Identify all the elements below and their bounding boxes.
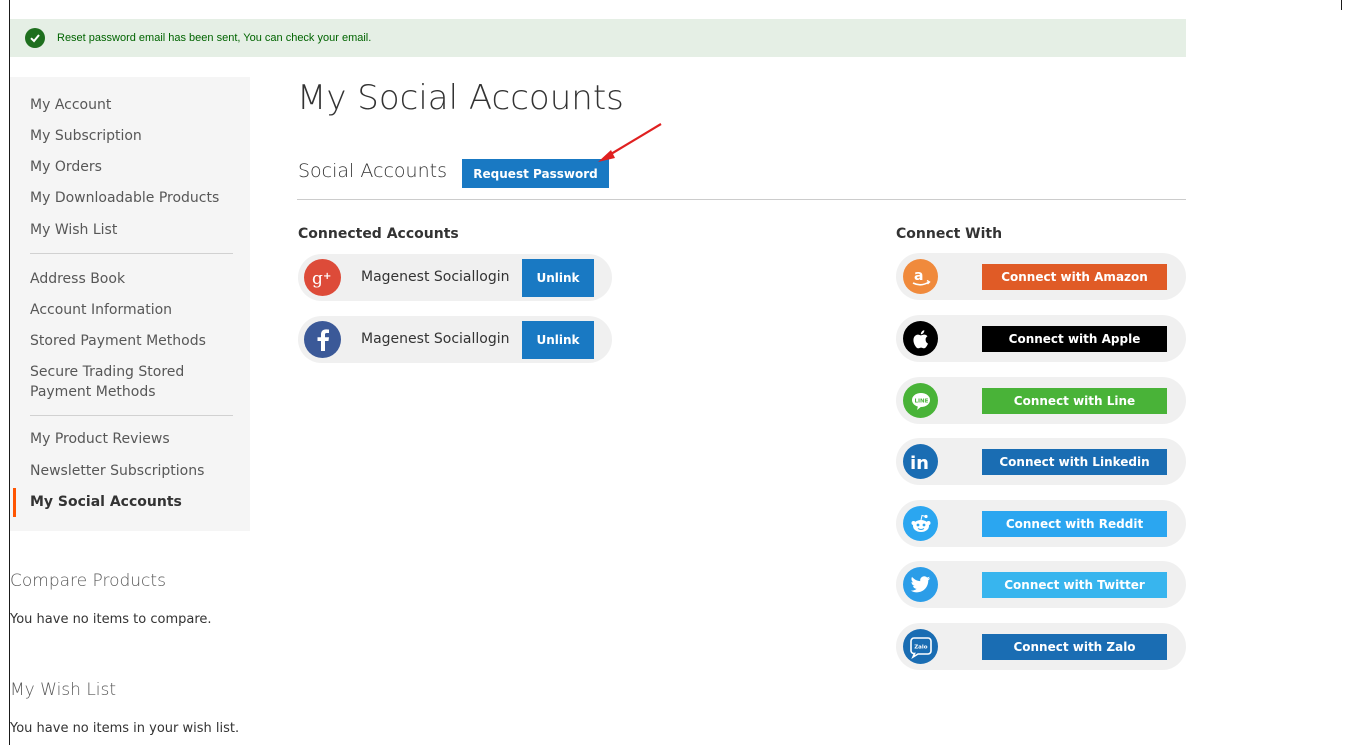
connect-row-line: LINE Connect with Line [896, 377, 1186, 424]
connect-with-title: Connect With [896, 226, 1003, 242]
frame-right-border [1341, 0, 1342, 10]
sidebar-item-secure-trading-stored-payment-methods[interactable]: Secure Trading Stored Payment Methods [10, 362, 235, 402]
linkedin-icon: in [903, 444, 938, 479]
connect-row-apple: Connect with Apple [896, 315, 1186, 362]
svg-text:LINE: LINE [914, 398, 928, 404]
annotation-arrow-icon [598, 123, 662, 162]
svg-text:g: g [312, 269, 323, 288]
check-icon [25, 28, 45, 48]
google-plus-icon: g + [304, 259, 341, 296]
svg-text:a: a [914, 268, 923, 284]
connect-reddit-button[interactable]: Connect with Reddit [982, 511, 1167, 537]
connected-account-row: g + Magenest Sociallogin Unlink [298, 254, 612, 301]
connect-row-twitter: Connect with Twitter [896, 561, 1186, 608]
connected-account-row: Magenest Sociallogin Unlink [298, 316, 612, 363]
unlink-google-button[interactable]: Unlink [522, 259, 594, 297]
svg-text:in: in [910, 453, 929, 473]
twitter-icon [903, 567, 938, 602]
line-icon: LINE [903, 383, 938, 418]
connect-amazon-button[interactable]: Connect with Amazon [982, 264, 1167, 290]
connect-row-zalo: Zalo Connect with Zalo [896, 623, 1186, 670]
connect-twitter-button[interactable]: Connect with Twitter [982, 572, 1167, 598]
sidebar-item-my-account[interactable]: My Account [10, 95, 250, 115]
sidebar-item-account-information[interactable]: Account Information [10, 300, 250, 320]
svg-text:Zalo: Zalo [914, 644, 928, 650]
sidebar-item-stored-payment-methods[interactable]: Stored Payment Methods [10, 331, 250, 351]
connected-accounts-title: Connected Accounts [298, 226, 459, 242]
wish-list-title: My Wish List [10, 680, 117, 700]
sidebar-item-my-wish-list[interactable]: My Wish List [10, 220, 250, 240]
connect-row-linkedin: in Connect with Linkedin [896, 438, 1186, 485]
success-message-text: Reset password email has been sent, You … [57, 32, 372, 44]
connect-apple-button[interactable]: Connect with Apple [982, 326, 1167, 352]
facebook-icon [304, 321, 341, 358]
sidebar-item-my-downloadable-products[interactable]: My Downloadable Products [10, 188, 250, 208]
reddit-icon [903, 506, 938, 541]
connected-account-name: Magenest Sociallogin [361, 269, 510, 285]
sidebar-divider [30, 415, 233, 416]
sidebar-item-my-subscription[interactable]: My Subscription [10, 126, 250, 146]
sidebar-item-address-book[interactable]: Address Book [10, 269, 250, 289]
svg-text:+: + [323, 271, 331, 282]
apple-icon [903, 321, 938, 356]
section-title: Social Accounts [298, 160, 447, 182]
connect-zalo-button[interactable]: Connect with Zalo [982, 634, 1167, 660]
account-sidebar: My Account My Subscription My Orders My … [10, 77, 250, 531]
unlink-facebook-button[interactable]: Unlink [522, 321, 594, 359]
wish-list-empty: You have no items in your wish list. [10, 721, 240, 736]
connect-linkedin-button[interactable]: Connect with Linkedin [982, 449, 1167, 475]
sidebar-item-my-product-reviews[interactable]: My Product Reviews [10, 429, 250, 449]
page-title: My Social Accounts [297, 78, 624, 118]
compare-products-title: Compare Products [10, 571, 166, 591]
section-divider [297, 199, 1186, 200]
zalo-icon: Zalo [903, 629, 938, 664]
request-password-button[interactable]: Request Password [462, 159, 609, 188]
sidebar-item-my-social-accounts[interactable]: My Social Accounts [10, 488, 250, 517]
sidebar-item-my-orders[interactable]: My Orders [10, 157, 250, 177]
connected-account-name: Magenest Sociallogin [361, 331, 510, 347]
amazon-icon: a [903, 259, 938, 294]
connect-row-reddit: Connect with Reddit [896, 500, 1186, 547]
connect-line-button[interactable]: Connect with Line [982, 388, 1167, 414]
sidebar-divider [30, 253, 233, 254]
sidebar-item-newsletter-subscriptions[interactable]: Newsletter Subscriptions [10, 461, 250, 481]
success-message: Reset password email has been sent, You … [10, 19, 1186, 57]
compare-products-empty: You have no items to compare. [10, 612, 212, 627]
connect-row-amazon: a Connect with Amazon [896, 253, 1186, 300]
